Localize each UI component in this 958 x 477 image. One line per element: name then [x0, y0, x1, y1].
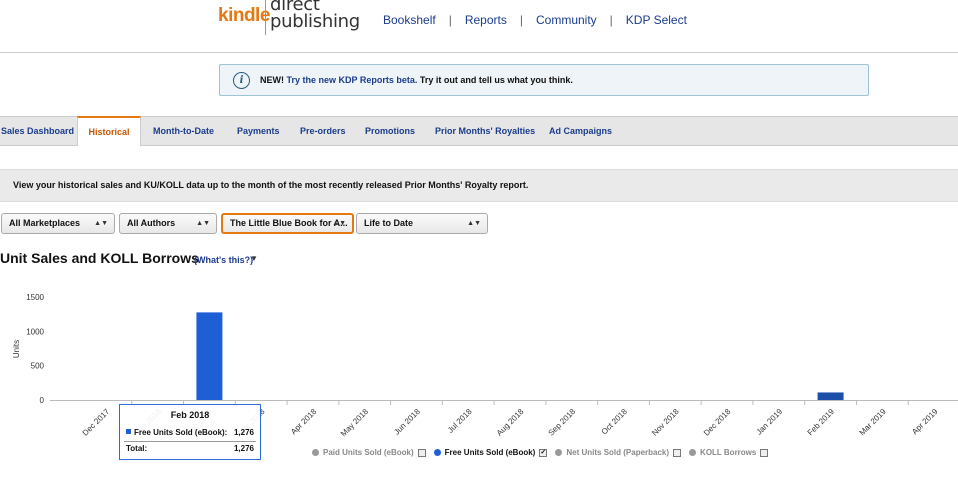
y-tick-label: 0	[40, 396, 45, 405]
chart-legend: Paid Units Sold (eBook) Free Units Sold …	[312, 448, 776, 457]
tooltip-total-row: Total: 1,276	[126, 444, 254, 453]
legend-free-units-ebook[interactable]: Free Units Sold (eBook) ✓	[433, 448, 548, 457]
y-axis-label: Units	[12, 340, 21, 358]
tooltip-total-value: 1,276	[233, 444, 254, 453]
tooltip-title: Feb 2018	[170, 410, 210, 420]
x-tick-label: Jan 2019	[755, 407, 785, 437]
x-tick-label: Apr 2019	[910, 407, 940, 437]
y-tick-label: 500	[31, 362, 45, 371]
legend-paid-units-ebook[interactable]: Paid Units Sold (eBook)	[312, 448, 426, 457]
y-tick-label: 1500	[26, 293, 44, 302]
series-swatch	[126, 429, 131, 434]
tooltip-series-value: 1,276	[233, 428, 254, 437]
x-tick-label: Aug 2018	[495, 407, 526, 438]
legend-checkbox[interactable]	[673, 448, 682, 457]
legend-dot-icon	[555, 449, 563, 456]
x-tick-label: Sep 2018	[547, 407, 578, 438]
tooltip-total-label: Total:	[126, 444, 148, 453]
tooltip-series-row: Free Units Sold (eBook): 1,276	[126, 428, 254, 437]
kdp-reports-page: kindle direct publishing Bookshelf | Repo…	[0, 0, 958, 477]
x-tick-label: Nov 2018	[650, 407, 681, 438]
legend-checkbox[interactable]	[760, 448, 769, 457]
legend-dot-icon	[312, 449, 319, 456]
x-tick-label: Jul 2018	[446, 407, 474, 435]
x-tick-label: Feb 2019	[806, 407, 837, 438]
x-tick-label: Apr 2018	[289, 407, 319, 437]
legend-koll-borrows[interactable]: KOLL Borrows	[689, 448, 769, 457]
legend-dot-icon	[433, 449, 441, 456]
x-tick-label: Oct 2018	[600, 407, 630, 437]
x-tick-label: May 2018	[339, 407, 371, 439]
legend-checkbox-checked[interactable]: ✓	[539, 448, 548, 457]
x-tick-label: Jun 2018	[392, 407, 422, 437]
tooltip-series-label: Free Units Sold (eBook):	[134, 428, 228, 437]
x-tick-label: Mar 2019	[858, 407, 889, 438]
tooltip-divider	[124, 441, 256, 442]
chart-tooltip: Feb 2018 Free Units Sold (eBook): 1,276 …	[119, 404, 261, 460]
bar-feb-2019	[817, 392, 844, 400]
x-tick-label: Dec 2018	[702, 407, 733, 438]
x-tick-label: Dec 2017	[81, 407, 112, 438]
bar-feb-2018	[196, 312, 223, 400]
legend-dot-icon	[689, 449, 697, 456]
y-tick-label: 1000	[26, 327, 44, 336]
legend-checkbox[interactable]	[417, 448, 426, 457]
legend-net-units-paperback[interactable]: Net Units Sold (Paperback)	[555, 448, 682, 457]
